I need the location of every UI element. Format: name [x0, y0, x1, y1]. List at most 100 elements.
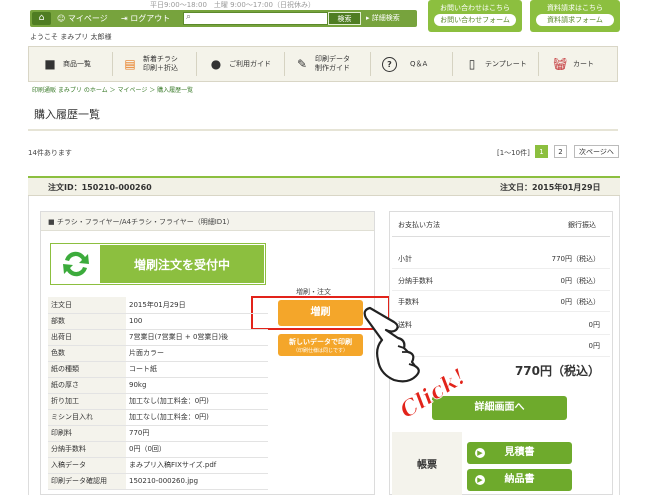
table-row: 出荷日 7営業日(7営業日 + 0営業日)後 [48, 329, 268, 346]
table-row: 折り加工 加工なし(加工料金：0円) [48, 393, 268, 410]
breadcrumb[interactable]: 印刷通販 まみプリ のホーム ＞ マイページ ＞ 購入履歴一覧 [32, 85, 193, 94]
delivery-slip-label: 納品書 [504, 474, 535, 485]
spec-key: 折り加工 [48, 393, 126, 410]
arrow-right-icon: ▶ [475, 448, 485, 458]
total-amount: 770円（税込） [514, 364, 600, 378]
nav-item-label: Q＆A [410, 59, 428, 68]
contact-box[interactable]: お問い合わせはこちら お問い合わせフォーム [428, 0, 522, 32]
summary-value: 0円（税込） [560, 298, 600, 306]
new-data-print-sub: （印刷仕様は同じです） [292, 348, 348, 354]
spec-value: 770円 [126, 425, 268, 442]
spec-value: 100 [126, 313, 268, 330]
nav-item-template[interactable]: ▯ テンプレート [464, 47, 527, 81]
contact-title: お問い合わせはこちら [440, 4, 510, 12]
nav-divider [538, 52, 539, 76]
spec-value[interactable]: まみプリ入稿FIXサイズ.pdf [126, 457, 268, 474]
delivery-slip-button[interactable]: ▶ 納品書 [467, 469, 572, 491]
template-icon: ▯ [468, 56, 476, 71]
spec-table: 注文日 2015年01月29日 部数 100 出荷日 7営業日(7営業日 + 0営業日… [48, 297, 268, 490]
table-row: 印刷料 770円 [48, 425, 268, 442]
spec-value[interactable]: 150210-000260.jpg [126, 473, 268, 490]
nav-item-label: 商品一覧 [63, 59, 91, 68]
document-request-button[interactable]: 資料請求フォーム [536, 14, 614, 26]
summary-value: 0円（税込） [560, 277, 600, 285]
spec-value: 片面カラー [126, 345, 268, 362]
page-2-button[interactable]: 2 [554, 145, 567, 158]
mypage-label: マイページ [67, 14, 108, 23]
nav-item-qa[interactable]: ? Q＆A [382, 47, 427, 81]
logout-link[interactable]: ⇥ ログアウト [121, 13, 170, 24]
arrow-right-icon: ▶ [475, 475, 485, 485]
spec-key: 色数 [48, 345, 126, 362]
table-row: 紙の厚さ 90kg [48, 377, 268, 394]
result-count: 14件あります [28, 149, 72, 157]
summary-key: 分納手数料 [398, 277, 433, 285]
document-request-box[interactable]: 資料請求はこちら 資料請求フォーム [530, 0, 620, 32]
spec-value: 加工なし(加工料金：0円) [126, 409, 268, 426]
refresh-icon [52, 245, 100, 283]
business-hours: 平日9:00～18:00 土曜 9:00～17:00（日祝休み） [150, 1, 316, 9]
reorder-banner-text: 増刷注文を受付中 [100, 245, 264, 283]
nav-item-new-flyers[interactable]: ▤ 新着チラシ 印刷＋折込 [122, 47, 178, 81]
table-row: 色数 片面カラー [48, 345, 268, 362]
nav-item-products[interactable]: ■ 商品一覧 [42, 47, 91, 81]
spec-value: 2015年01月29日 [126, 297, 268, 314]
table-row: ミシン目入れ 加工なし(加工料金：0円) [48, 409, 268, 426]
table-row: 分納手数料 0円（0回） [48, 441, 268, 458]
advanced-search-link[interactable]: ▸ 詳細検索 [366, 13, 400, 23]
new-data-print-button[interactable]: 新しいデータで印刷 （印刷仕様は同じです） [278, 334, 363, 356]
product-title-text: チラシ・フライヤー/A4チラシ・フライヤー（明細ID1） [56, 218, 234, 226]
spec-value: 7営業日(7営業日 + 0営業日)後 [126, 329, 268, 346]
nav-divider [370, 52, 371, 76]
spec-key: 入稿データ [48, 457, 126, 474]
summary-key: 小計 [398, 255, 412, 263]
page-1-button[interactable]: 1 [535, 145, 548, 158]
spec-value: 加工なし(加工料金：0円) [126, 393, 268, 410]
spec-key: 紙の厚さ [48, 377, 126, 394]
order-date: 注文日：2015年01月29日 [500, 183, 601, 192]
logout-label: ログアウト [130, 14, 171, 23]
page-title: 購入履歴一覧 [34, 108, 100, 121]
contact-form-button[interactable]: お問い合わせフォーム [434, 14, 516, 26]
question-icon: ? [382, 56, 397, 72]
table-row: 部数 100 [48, 313, 268, 330]
guide-icon: ● [210, 56, 222, 71]
home-icon[interactable]: ⌂ [32, 12, 51, 25]
nav-item-data-guide[interactable]: ✎ 印刷データ 制作ガイド [294, 47, 350, 81]
nav-item-cart[interactable]: 🧺︎ カート [552, 47, 594, 81]
mypage-link[interactable]: ☺ マイページ [57, 13, 108, 24]
payment-method-value: 銀行振込 [568, 221, 596, 229]
spec-key: ミシン目入れ [48, 409, 126, 426]
nav-divider [196, 52, 197, 76]
table-row: 印刷データ確認用 150210-000260.jpg [48, 473, 268, 490]
nav-item-label: カート [573, 59, 594, 68]
nav-divider [112, 52, 113, 76]
spec-key: 部数 [48, 313, 126, 330]
advanced-search-label: 詳細検索 [371, 14, 400, 22]
search-button[interactable]: 検索 [328, 12, 361, 25]
spec-key: 出荷日 [48, 329, 126, 346]
summary-value: 0円 [588, 321, 600, 329]
title-divider [28, 129, 618, 131]
search-icon: ⌕ [186, 12, 192, 22]
welcome-text: ようこそ まみプリ 太郎様 [30, 33, 112, 41]
search-input[interactable] [183, 12, 328, 25]
cart-icon: 🧺︎ [552, 56, 568, 71]
next-page-link[interactable]: 次ページへ [574, 145, 619, 158]
spec-value: コート紙 [126, 361, 268, 378]
spec-key: 印刷料 [48, 425, 126, 442]
estimate-button[interactable]: ▶ 見積書 [467, 442, 572, 464]
nav-item-label: テンプレート [485, 59, 527, 68]
nav-item-label: ご利用ガイド [229, 59, 271, 68]
nav-item-guide[interactable]: ● ご利用ガイド [208, 47, 271, 81]
flyer-icon: ▤ [124, 56, 136, 71]
order-id: 注文ID：150210-000260 [48, 183, 152, 192]
spec-key: 印刷データ確認用 [48, 473, 126, 490]
documents-label: 帳票 [392, 432, 462, 495]
summary-line [392, 290, 610, 291]
spec-value: 0円（0回） [126, 441, 268, 458]
payment-method-label: お支払い方法 [398, 221, 440, 229]
nav-item-label: 印刷データ 制作ガイド [315, 55, 350, 72]
nav-divider [452, 52, 453, 76]
spec-key: 注文日 [48, 297, 126, 314]
